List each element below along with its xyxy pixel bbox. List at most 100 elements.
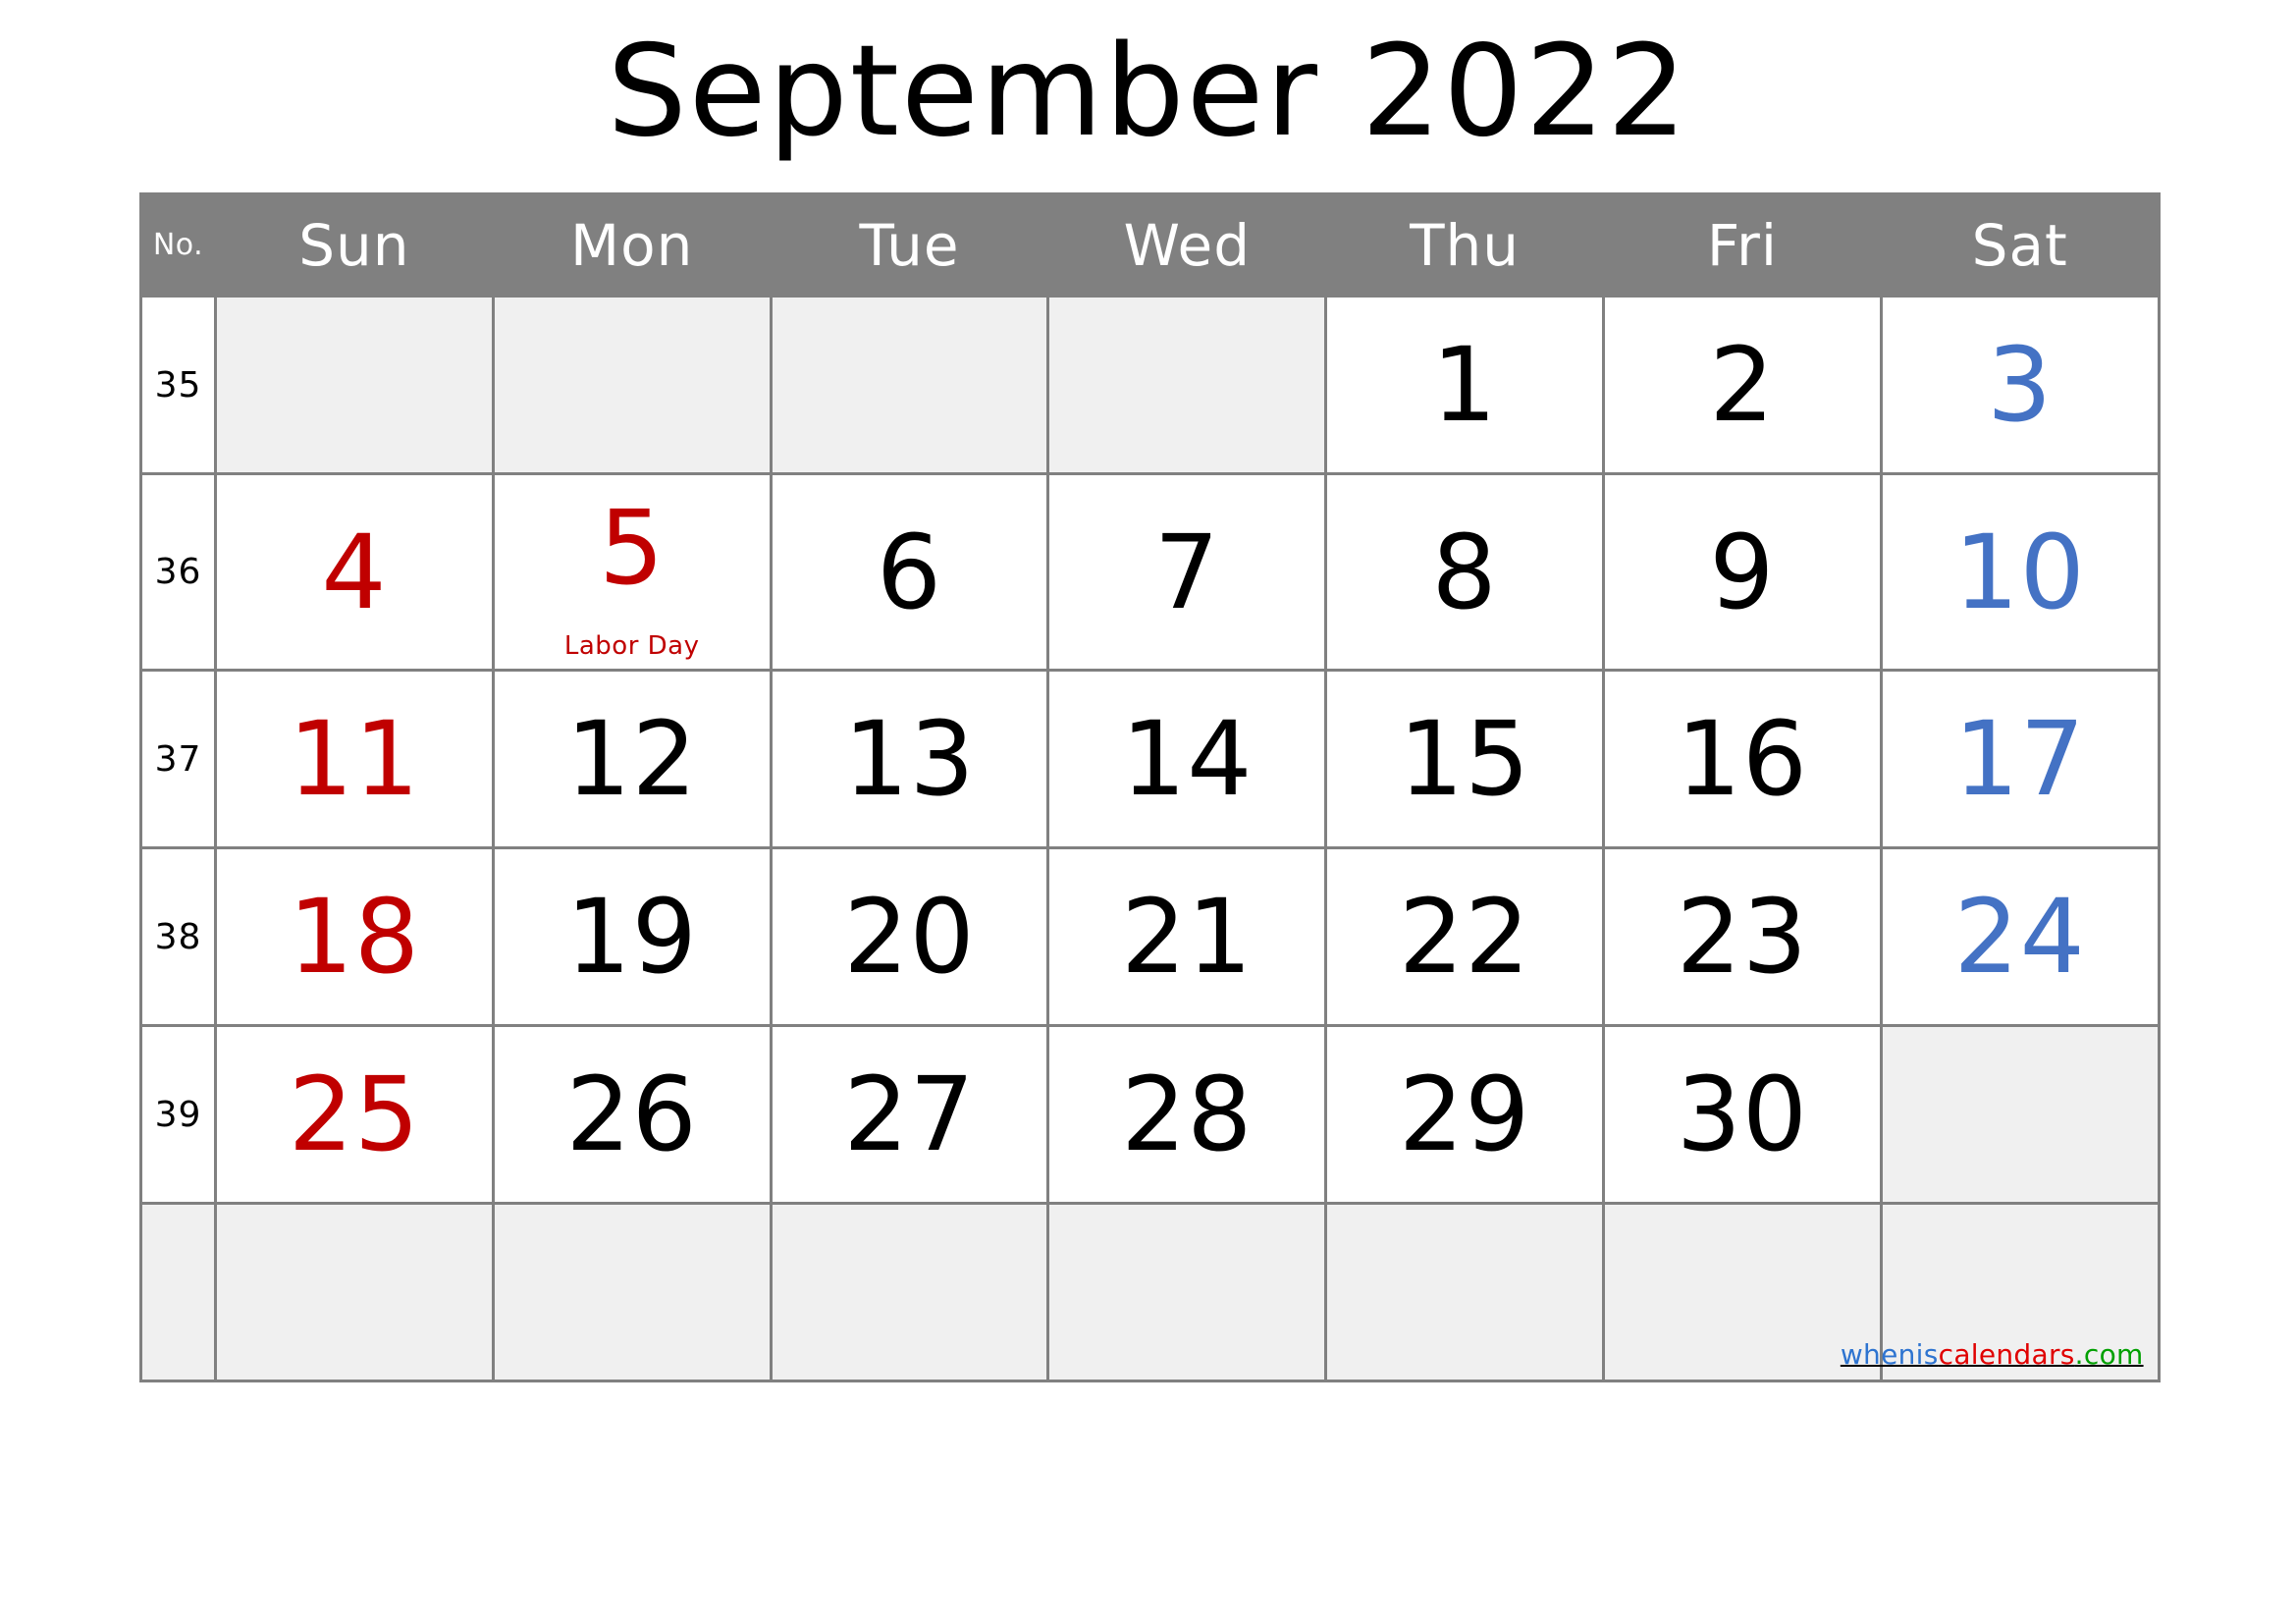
day-cell-content: 3	[1883, 299, 2158, 471]
day-header-sun: Sun	[214, 192, 495, 298]
week-number-cell: 35	[139, 295, 217, 475]
day-cell-wed[interactable]: 7	[1046, 472, 1328, 672]
day-number: 29	[1398, 1055, 1531, 1174]
day-cell-sun[interactable]: 25	[214, 1024, 495, 1205]
day-number: 16	[1676, 699, 1809, 819]
day-cell-thu	[1324, 1202, 1605, 1382]
day-cell-fri[interactable]: 9	[1601, 472, 1883, 672]
day-cell-mon[interactable]: 19	[491, 846, 773, 1027]
calendar-week-row: 36 4 5 Labor Day 6 7 8 9 10	[139, 472, 2161, 672]
day-cell-content: 14	[1049, 674, 1324, 845]
week-number-cell: 39	[139, 1024, 217, 1205]
day-cell-content: 30	[1605, 1029, 1880, 1201]
week-number-cell	[139, 1202, 217, 1382]
day-number: 7	[1153, 512, 1220, 632]
day-cell-content: 23	[1605, 851, 1880, 1023]
day-number: 8	[1431, 512, 1498, 632]
day-cell-thu[interactable]: 1	[1324, 295, 1605, 475]
day-cell-content	[1883, 1029, 2158, 1201]
day-cell-thu[interactable]: 29	[1324, 1024, 1605, 1205]
day-cell-fri[interactable]: 23	[1601, 846, 1883, 1027]
watermark-part-2: calendars	[1938, 1337, 2075, 1371]
day-number: 4	[321, 512, 388, 632]
watermark-part-3: .com	[2074, 1337, 2144, 1371]
day-cell-tue[interactable]: 13	[769, 669, 1050, 849]
day-cell-thu[interactable]: 22	[1324, 846, 1605, 1027]
day-cell-wed[interactable]: 14	[1046, 669, 1328, 849]
calendar-table: No. Sun Mon Tue Wed Thu Fri Sat 35 1 2 3 36 4…	[139, 192, 2161, 1382]
day-cell-content	[1049, 299, 1324, 471]
day-cell-mon	[491, 295, 773, 475]
day-cell-tue[interactable]: 27	[769, 1024, 1050, 1205]
day-cell-content	[217, 299, 492, 471]
day-header-mon: Mon	[491, 192, 773, 298]
day-cell-sun[interactable]: 4	[214, 472, 495, 672]
day-cell-content	[773, 299, 1047, 471]
day-cell-content	[1049, 1207, 1324, 1379]
day-cell-wed[interactable]: 28	[1046, 1024, 1328, 1205]
day-cell-mon[interactable]: 5 Labor Day	[491, 472, 773, 672]
day-cell-content: 19	[495, 851, 770, 1023]
day-cell-fri[interactable]: 2	[1601, 295, 1883, 475]
day-number: 21	[1121, 877, 1254, 997]
day-number: 3	[1987, 325, 2054, 445]
day-number: 15	[1398, 699, 1531, 819]
day-cell-fri[interactable]: 16	[1601, 669, 1883, 849]
day-cell-wed	[1046, 1202, 1328, 1382]
day-cell-sat[interactable]: 10	[1879, 472, 2161, 672]
day-cell-tue[interactable]: 20	[769, 846, 1050, 1027]
calendar-week-row: 39 25 26 27 28 29 30	[139, 1024, 2161, 1205]
day-cell-content	[1327, 1207, 1602, 1379]
day-cell-content: 11	[217, 674, 492, 845]
day-cell-content	[217, 1207, 492, 1379]
day-number: 17	[1953, 699, 2086, 819]
day-cell-content: 15	[1327, 674, 1602, 845]
day-number: 14	[1121, 699, 1254, 819]
day-number: 19	[565, 877, 698, 997]
day-number: 30	[1676, 1055, 1809, 1174]
week-number-cell: 36	[139, 472, 217, 672]
day-cell-content: 5 Labor Day	[495, 475, 770, 669]
holiday-label: Labor Day	[563, 631, 700, 661]
day-number: 10	[1953, 512, 2086, 632]
day-cell-content: 7	[1049, 486, 1324, 658]
day-cell-content: 17	[1883, 674, 2158, 845]
day-cell-content: 29	[1327, 1029, 1602, 1201]
day-cell-sat[interactable]: 24	[1879, 846, 2161, 1027]
day-number: 22	[1398, 877, 1531, 997]
day-cell-sat[interactable]: 3	[1879, 295, 2161, 475]
day-cell-content	[495, 1207, 770, 1379]
day-cell-content: 10	[1883, 486, 2158, 658]
day-cell-wed	[1046, 295, 1328, 475]
day-cell-content: 28	[1049, 1029, 1324, 1201]
day-cell-tue[interactable]: 6	[769, 472, 1050, 672]
day-number: 20	[843, 877, 976, 997]
day-header-thu: Thu	[1324, 192, 1605, 298]
day-number: 6	[876, 512, 943, 632]
day-number: 11	[288, 699, 421, 819]
page-title: September 2022	[607, 19, 1689, 165]
day-cell-content: 24	[1883, 851, 2158, 1023]
day-cell-content: 27	[773, 1029, 1047, 1201]
day-cell-content: 16	[1605, 674, 1880, 845]
day-cell-fri[interactable]: 30	[1601, 1024, 1883, 1205]
day-cell-thu[interactable]: 15	[1324, 669, 1605, 849]
day-cell-thu[interactable]: 8	[1324, 472, 1605, 672]
day-number: 25	[288, 1055, 421, 1174]
site-watermark[interactable]: wheniscalendars.com	[1841, 1338, 2144, 1371]
day-cell-content	[773, 1207, 1047, 1379]
day-cell-content: 4	[217, 486, 492, 658]
day-cell-sun[interactable]: 18	[214, 846, 495, 1027]
day-cell-wed[interactable]: 21	[1046, 846, 1328, 1027]
day-cell-content: 21	[1049, 851, 1324, 1023]
day-cell-tue	[769, 1202, 1050, 1382]
day-cell-mon[interactable]: 26	[491, 1024, 773, 1205]
day-cell-content: 18	[217, 851, 492, 1023]
header-row: No. Sun Mon Tue Wed Thu Fri Sat	[139, 192, 2161, 298]
day-cell-sat[interactable]: 17	[1879, 669, 2161, 849]
day-cell-sun[interactable]: 11	[214, 669, 495, 849]
day-number: 12	[565, 699, 698, 819]
calendar-week-row: 37 11 12 13 14 15 16 17	[139, 669, 2161, 849]
calendar-header: No. Sun Mon Tue Wed Thu Fri Sat	[139, 192, 2161, 298]
day-cell-mon[interactable]: 12	[491, 669, 773, 849]
